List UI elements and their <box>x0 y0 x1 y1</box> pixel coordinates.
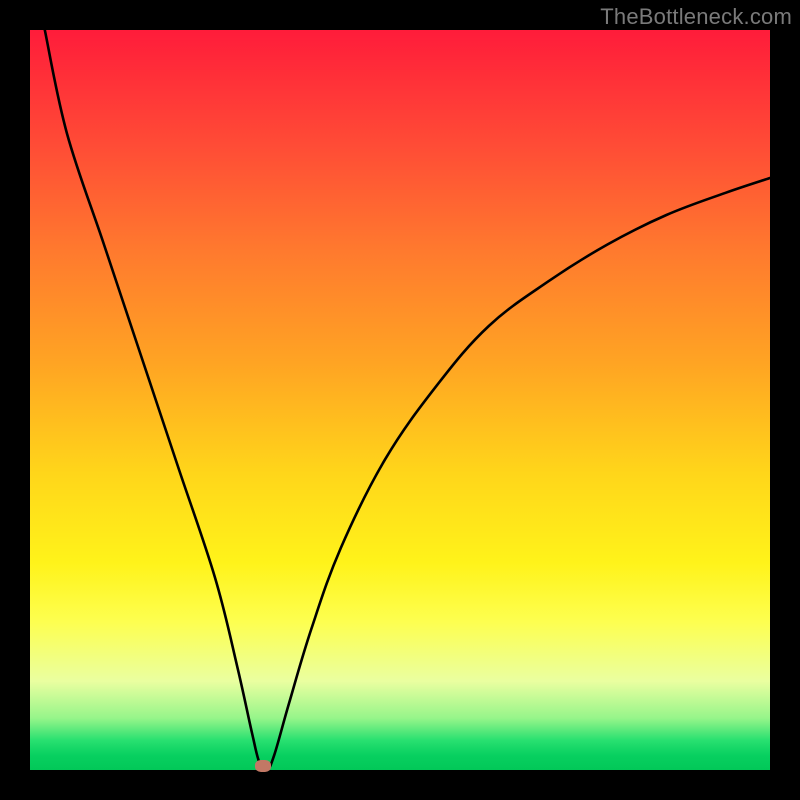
optimal-marker <box>255 760 271 772</box>
bottleneck-curve-path <box>45 30 770 770</box>
plot-area <box>30 30 770 770</box>
watermark-text: TheBottleneck.com <box>600 4 792 30</box>
curve-svg <box>30 30 770 770</box>
chart-frame: TheBottleneck.com <box>0 0 800 800</box>
